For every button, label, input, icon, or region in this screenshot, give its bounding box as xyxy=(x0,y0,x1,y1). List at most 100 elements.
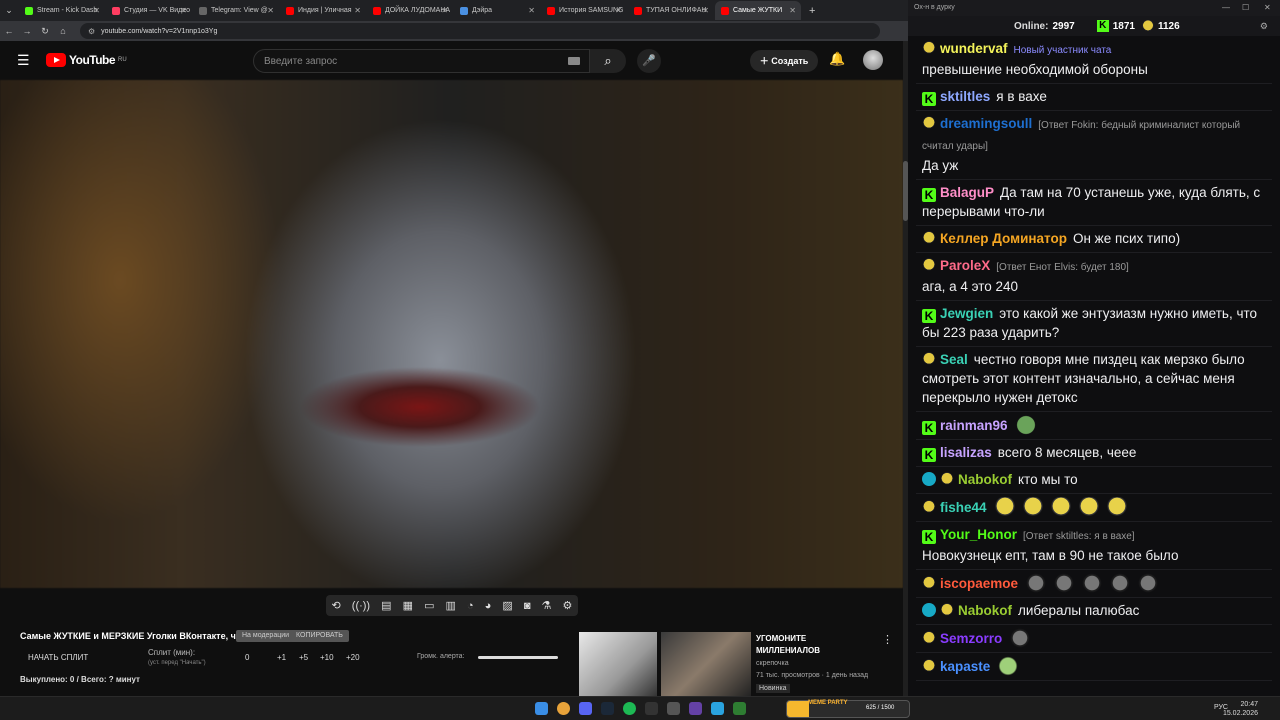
chat-username[interactable]: Semzorro xyxy=(940,631,1002,646)
loop-icon[interactable]: ⟲ xyxy=(332,599,341,612)
chat-message[interactable]: K Jewgien это какой же энтузиазм нужно име… xyxy=(916,301,1272,347)
clock[interactable]: 20:47 15.02.2026 xyxy=(1223,700,1258,718)
start-split-button[interactable]: НАЧАТЬ СПЛИТ xyxy=(28,653,88,662)
tab-close-icon[interactable]: ✕ xyxy=(267,6,274,15)
chat-username[interactable]: Nabokof xyxy=(958,472,1012,487)
site-info-icon[interactable]: ⚙ xyxy=(88,27,95,36)
obs-icon[interactable] xyxy=(645,702,658,715)
split-add-20-button[interactable]: +20 xyxy=(346,653,360,662)
broadcast-icon[interactable]: ((·)) xyxy=(352,600,370,612)
chat-message[interactable]: dreamingsoull [Ответ Fokin: бедный кримин… xyxy=(916,111,1272,180)
address-bar[interactable]: ⚙ youtube.com/watch?v=2V1nnp1o3Yg xyxy=(80,23,880,39)
create-button[interactable]: ＋ Создать xyxy=(750,50,818,72)
chat-message[interactable]: Ksktiltles я в вахе xyxy=(916,84,1272,111)
chat-username[interactable]: fishe44 xyxy=(940,500,987,515)
recommendation-channel[interactable]: скрепочка xyxy=(756,660,789,667)
screenshot-icon[interactable]: ▨ xyxy=(502,599,512,612)
menu-icon[interactable]: ☰ xyxy=(17,52,30,69)
gauge-icon[interactable]: ◕ xyxy=(485,600,492,612)
alert-volume-slider[interactable] xyxy=(478,656,558,659)
voice-search-button[interactable]: 🎤 xyxy=(637,49,661,73)
copy-button[interactable]: КОПИРОВАТЬ xyxy=(290,630,349,642)
notifications-bell-icon[interactable]: 🔔 xyxy=(829,51,845,67)
chat-message[interactable]: kapaste xyxy=(916,653,1272,681)
browser-tab[interactable]: ДОЙКА ЛУДОМАНА ✕ xyxy=(367,1,453,20)
settings-icon[interactable]: ⚙ xyxy=(562,599,572,612)
chat-username[interactable]: Jewgien xyxy=(940,306,993,321)
steam-icon[interactable] xyxy=(601,702,614,715)
chat-username[interactable]: Келлер Доминатор xyxy=(940,231,1067,246)
speed-icon[interactable]: ◔ xyxy=(467,600,474,612)
chat-username[interactable]: wundervaf xyxy=(940,41,1008,56)
chat-username[interactable]: Seal xyxy=(940,352,968,367)
forward-icon[interactable]: → xyxy=(18,26,36,36)
search-input[interactable]: Введите запрос xyxy=(253,49,590,73)
chat-username[interactable]: dreamingsoull xyxy=(940,116,1032,131)
chat-message[interactable]: Krainman96 xyxy=(916,412,1272,440)
chat-username[interactable]: lisalizas xyxy=(940,445,992,460)
tab-close-icon[interactable]: ✕ xyxy=(354,6,361,15)
recommendation-thumbnail-left[interactable] xyxy=(579,632,657,696)
discord-icon[interactable] xyxy=(579,702,592,715)
split-add-1-button[interactable]: +1 xyxy=(277,653,286,662)
start-icon[interactable] xyxy=(535,702,548,715)
browser-tab[interactable]: Индия | Уличная ✕ xyxy=(280,1,366,20)
browser-tab[interactable]: Telegram: View @ ✕ xyxy=(193,1,279,20)
video-player[interactable] xyxy=(0,80,903,588)
app-icon[interactable] xyxy=(733,702,746,715)
film-icon[interactable]: ▦ xyxy=(403,599,413,612)
browser-tab[interactable]: История SAMSUNG ✕ xyxy=(541,1,627,20)
chat-username[interactable]: Your_Honor xyxy=(940,527,1017,542)
chrome-icon[interactable] xyxy=(557,702,570,715)
chat-username[interactable]: rainman96 xyxy=(940,418,1008,433)
browser-tab[interactable]: Студия — VK Видео ✕ xyxy=(106,1,192,20)
chat-message[interactable]: Semzorro xyxy=(916,625,1272,653)
flask-icon[interactable]: ⚗ xyxy=(542,599,552,612)
youtube-logo[interactable]: YouTube RU xyxy=(46,53,127,67)
chat-message[interactable]: Seal честно говоря мне пиздец как мерзко … xyxy=(916,347,1272,412)
tab-close-icon[interactable]: ✕ xyxy=(441,6,448,15)
chat-message[interactable]: Klisalizas всего 8 месяцев, чеее xyxy=(916,440,1272,467)
chat-message[interactable]: ParoleX [Ответ Енот Elvis: будет 180] ага,… xyxy=(916,253,1272,301)
browser-tab[interactable]: Дэйра ✕ xyxy=(454,1,540,20)
tab-close-icon[interactable]: ✕ xyxy=(528,6,535,15)
chat-username[interactable]: BalaguP xyxy=(940,185,994,200)
app-icon[interactable] xyxy=(667,702,680,715)
recommendation-title[interactable]: УГОМОНИТЕ МИЛЛЕНИАЛОВ xyxy=(756,633,866,657)
chat-username[interactable]: iscopaemoe xyxy=(940,576,1018,591)
tab-close-icon[interactable]: ✕ xyxy=(615,6,622,15)
chat-message[interactable]: K Your_Honor [Ответ sktiltles: я в вахе] Но… xyxy=(916,522,1272,570)
recommendation-thumbnail-right[interactable] xyxy=(661,632,751,696)
tab-close-icon[interactable]: ✕ xyxy=(180,6,187,15)
chat-username[interactable]: kapaste xyxy=(940,659,990,674)
maximize-icon[interactable]: ☐ xyxy=(1242,3,1249,12)
chat-message[interactable]: fishe44 xyxy=(916,494,1272,522)
chat-message[interactable]: wundervaf Новый участник чата превышение н… xyxy=(916,36,1272,84)
back-icon[interactable]: ← xyxy=(0,26,18,36)
chat-message[interactable]: Nabokof кто мы то xyxy=(916,467,1272,494)
chat-message[interactable]: Келлер Доминатор Он же псих типо) xyxy=(916,226,1272,253)
chat-message[interactable]: iscopaemoe xyxy=(916,570,1272,598)
browser-tab[interactable]: Stream - Kick Dash ✕ xyxy=(19,1,105,20)
split-value[interactable]: 0 xyxy=(245,653,249,662)
chat-message-list[interactable]: wundervaf Новый участник чата превышение н… xyxy=(916,36,1272,686)
chat-message[interactable]: K BalaguP Да там на 70 устанешь уже, куда … xyxy=(916,180,1272,226)
reload-icon[interactable]: ↻ xyxy=(36,26,54,37)
split-add-10-button[interactable]: +10 xyxy=(320,653,334,662)
browser-tab[interactable]: ТУПАЯ ОНЛИФАН ✕ xyxy=(628,1,714,20)
chat-username[interactable]: Nabokof xyxy=(958,603,1012,618)
settings-icon[interactable]: ⚙ xyxy=(1260,21,1268,32)
pip-icon[interactable]: ▭ xyxy=(424,599,434,612)
playlist-icon[interactable]: ▤ xyxy=(381,599,391,612)
new-tab-button[interactable]: + xyxy=(809,5,815,17)
chat-username[interactable]: ParoleX xyxy=(940,258,990,273)
telegram-icon[interactable] xyxy=(711,702,724,715)
tab-close-icon[interactable]: ✕ xyxy=(702,6,709,15)
chat-message[interactable]: Nabokof либералы палюбас xyxy=(916,598,1272,625)
camera-icon[interactable]: ◙ xyxy=(524,600,531,612)
spotify-icon[interactable] xyxy=(623,702,636,715)
avatar[interactable] xyxy=(863,50,883,70)
tab-close-icon[interactable]: ✕ xyxy=(789,6,796,15)
chat-username[interactable]: sktiltles xyxy=(940,89,990,104)
tab-close-icon[interactable]: ✕ xyxy=(93,6,100,15)
